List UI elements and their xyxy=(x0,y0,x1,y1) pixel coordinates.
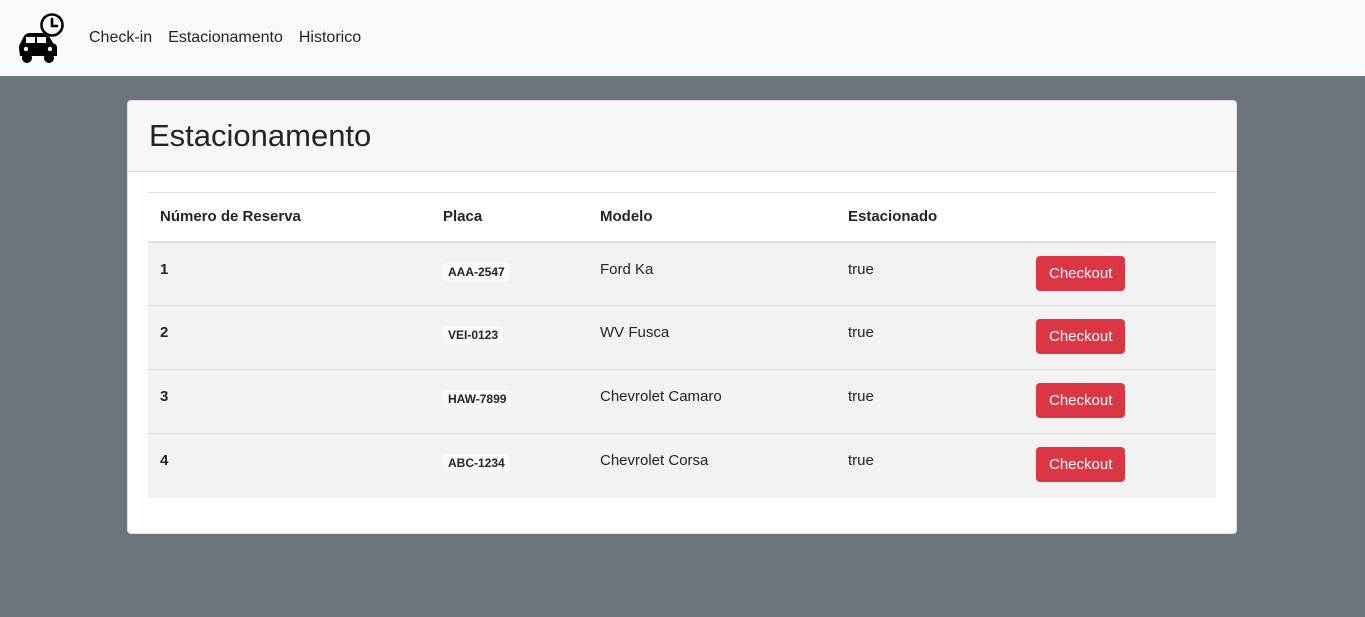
action-cell: Checkout xyxy=(1024,433,1216,498)
card-header: Estacionamento xyxy=(128,101,1236,172)
checkout-button[interactable]: Checkout xyxy=(1036,319,1126,354)
modelo-cell: Chevrolet Camaro xyxy=(588,369,836,434)
plate-code: VEI-0123 xyxy=(443,326,504,344)
header-actions xyxy=(1024,192,1216,243)
card-body: Número de Reserva Placa Modelo Estaciona… xyxy=(128,172,1236,498)
table-row: 4 ABC-1234 Chevrolet Corsa true Checkout xyxy=(148,433,1216,498)
action-cell: Checkout xyxy=(1024,305,1216,370)
estacionado-cell: true xyxy=(848,260,874,278)
estacionado-cell: true xyxy=(836,433,1024,498)
placa-cell: ABC-1234 xyxy=(431,433,588,498)
header-estacionado: Estacionado xyxy=(836,192,1024,243)
modelo-cell: WV Fusca xyxy=(588,305,836,370)
table-row: 2 VEI-0123 WV Fusca true Checkout xyxy=(148,305,1216,370)
checkout-button[interactable]: Checkout xyxy=(1036,255,1126,291)
reserva-number: 1 xyxy=(160,260,169,278)
nav-link-historico[interactable]: Historico xyxy=(299,29,361,47)
table-header-row: Número de Reserva Placa Modelo Estaciona… xyxy=(148,192,1216,243)
header-placa: Placa xyxy=(431,192,588,243)
checkout-button[interactable]: Checkout xyxy=(1036,383,1126,418)
navbar: Check-in Estacionamento Historico xyxy=(0,0,1365,76)
action-cell: Checkout xyxy=(1024,242,1216,306)
table-row: 3 HAW-7899 Chevrolet Camaro true Checkou… xyxy=(148,369,1216,434)
reserva-number: 4 xyxy=(148,433,431,498)
plate-code: ABC-1234 xyxy=(443,454,510,472)
page-title: Estacionamento xyxy=(149,118,372,153)
reserva-number: 2 xyxy=(148,305,431,370)
car-clock-icon[interactable] xyxy=(14,12,66,64)
nav-link-estacionamento[interactable]: Estacionamento xyxy=(168,29,283,47)
nav-link-check-in[interactable]: Check-in xyxy=(89,29,152,47)
parking-card: Estacionamento Número de Reserva Placa M… xyxy=(127,100,1237,534)
estacionado-cell: true xyxy=(836,369,1024,434)
table-row: 1 AAA-2547 Ford Ka true Checkout xyxy=(148,241,1216,306)
placa-cell: VEI-0123 xyxy=(431,305,588,370)
modelo-cell: Ford Ka xyxy=(600,260,654,278)
parking-table: Número de Reserva Placa Modelo Estaciona… xyxy=(148,192,1216,498)
header-numero-reserva: Número de Reserva xyxy=(148,192,431,243)
reserva-number: 3 xyxy=(148,369,431,434)
action-cell: Checkout xyxy=(1024,369,1216,434)
modelo-cell: Chevrolet Corsa xyxy=(588,433,836,498)
estacionado-cell: true xyxy=(836,305,1024,370)
placa-cell: HAW-7899 xyxy=(431,369,588,434)
checkout-button[interactable]: Checkout xyxy=(1036,447,1126,482)
placa-cell: AAA-2547 xyxy=(431,242,588,306)
plate-code: AAA-2547 xyxy=(443,262,510,281)
plate-code: HAW-7899 xyxy=(443,390,512,408)
header-modelo: Modelo xyxy=(588,192,836,243)
nav-links: Check-in Estacionamento Historico xyxy=(89,29,377,47)
